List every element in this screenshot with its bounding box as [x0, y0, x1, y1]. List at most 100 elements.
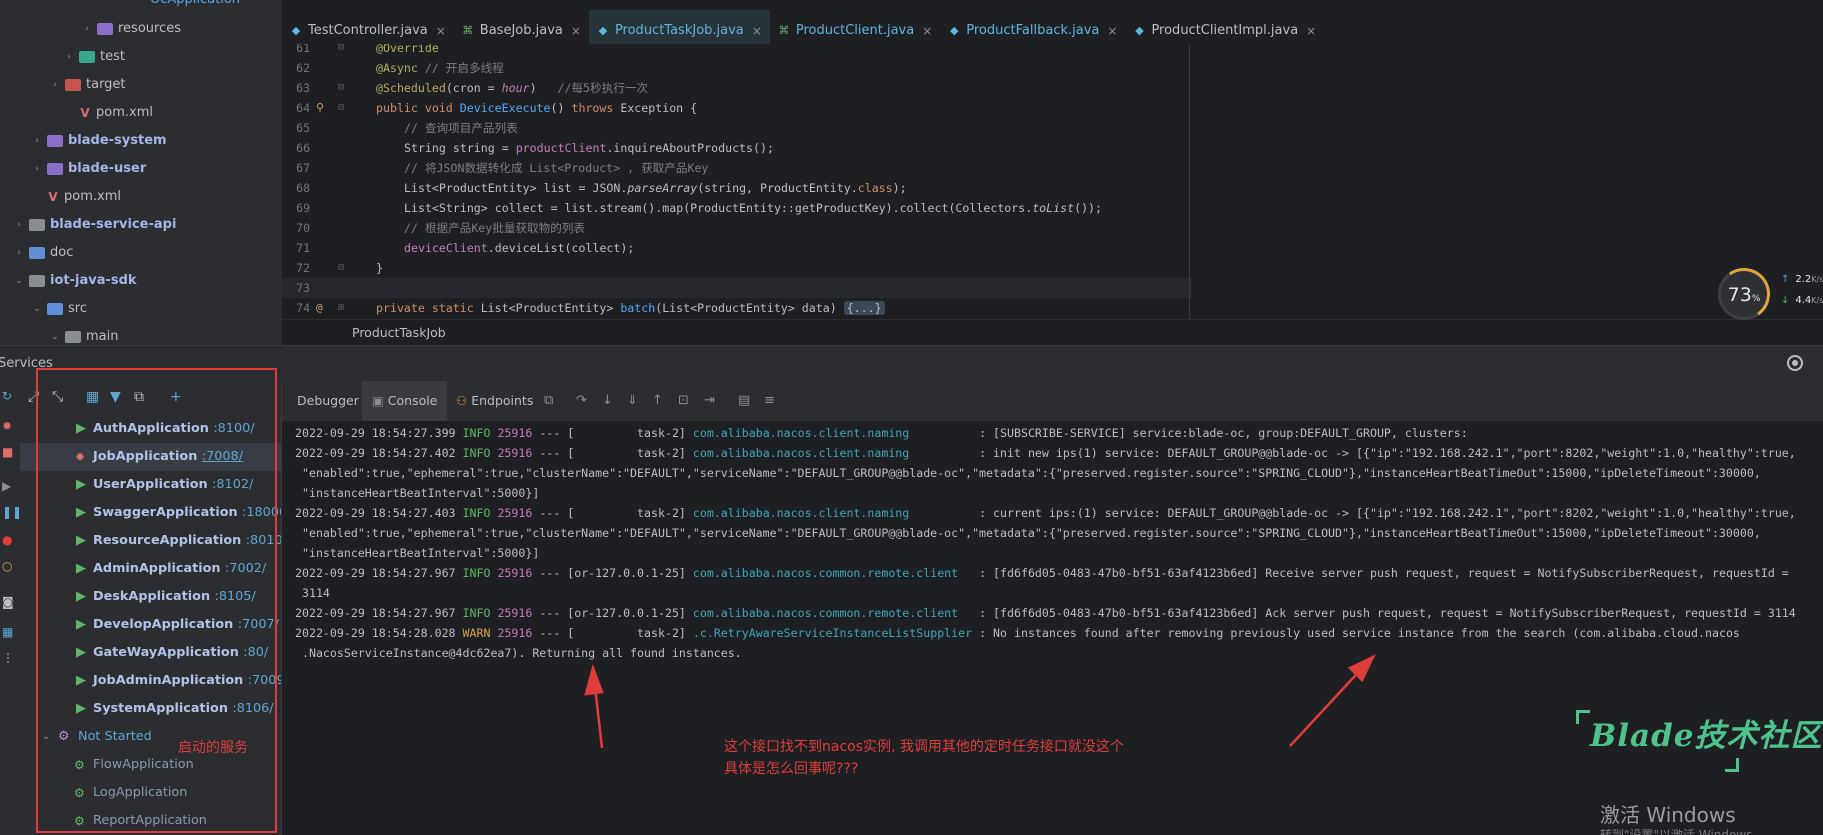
windows-activation-subtext: 转到"设置"以激活 Windows。: [1600, 828, 1765, 835]
force-step-into-icon[interactable]: ⇓: [627, 393, 638, 408]
editor-tab-label: TestController.java: [308, 23, 428, 38]
folded-code-pill[interactable]: {...}: [843, 301, 885, 315]
tree-item[interactable]: Vpom.xml: [62, 101, 153, 125]
tree-item[interactable]: › test: [62, 45, 125, 69]
fold-icon[interactable]: ⊟: [338, 78, 344, 98]
chevron-right-icon[interactable]: ›: [12, 213, 26, 237]
tree-item[interactable]: ⌄ iot-java-sdk: [12, 269, 136, 293]
tree-item-ocapplication[interactable]: OcApplication: [150, 0, 240, 12]
tree-item[interactable]: › resources: [80, 17, 181, 41]
fold-icon[interactable]: ⊟: [338, 258, 344, 278]
tree-item[interactable]: › target: [48, 73, 125, 97]
annotation-box-running-services: [36, 368, 277, 833]
fold-icon[interactable]: ⊟: [338, 98, 344, 118]
line-number: 74: [296, 301, 310, 315]
folder-icon: [47, 303, 63, 315]
tree-item[interactable]: › blade-user: [30, 157, 146, 181]
class-icon: ◆: [950, 23, 959, 37]
log-logger[interactable]: com.alibaba.nacos.client.naming: [693, 446, 909, 460]
console-line: "instanceHeartBeatInterval":5000}]: [295, 543, 539, 563]
scheduled-run-icon[interactable]: ⚲: [316, 98, 324, 118]
run-to-cursor-icon[interactable]: ⇥: [704, 393, 715, 408]
rerun-icon[interactable]: ↻: [2, 389, 12, 403]
annotation-marker-icon[interactable]: @: [316, 298, 323, 318]
chevron-right-icon[interactable]: ›: [30, 157, 44, 181]
mute-breakpoints-icon[interactable]: ○: [2, 559, 12, 573]
log-logger[interactable]: com.alibaba.nacos.client.naming: [693, 426, 909, 440]
log-thread: --- [ task-2]: [532, 446, 693, 460]
code-token: );: [892, 181, 907, 195]
log-logger[interactable]: com.alibaba.nacos.client.naming: [693, 506, 909, 520]
tree-item[interactable]: › blade-system: [30, 129, 166, 153]
chevron-down-icon[interactable]: ⌄: [48, 325, 62, 345]
tab-debugger[interactable]: Debugger: [297, 381, 359, 421]
chevron-down-icon[interactable]: ⌄: [30, 297, 44, 321]
debug-icon[interactable]: ✹: [2, 419, 12, 433]
tab-console[interactable]: ▣ Console: [362, 381, 448, 421]
tree-item[interactable]: Vpom.xml: [30, 185, 121, 209]
log-logger[interactable]: com.alibaba.nacos.common.remote.client: [693, 566, 958, 580]
tab-endpoints[interactable]: ⚇ Endpoints: [456, 381, 533, 421]
code-token: batch: [620, 301, 656, 315]
run-tool-tabs: Debugger ▣ Console ⚇ Endpoints ⧉ ↷ ↓ ⇓ ↑…: [282, 381, 1823, 421]
watermark-bracket-right: [1725, 758, 1739, 772]
close-tab-icon[interactable]: ×: [922, 24, 932, 38]
upload-arrow-icon: ↑: [1781, 274, 1790, 285]
layout-icon[interactable]: ▦: [2, 625, 13, 639]
resume-icon[interactable]: ▶: [2, 479, 11, 493]
log-logger[interactable]: com.alibaba.nacos.common.remote.client: [693, 606, 958, 620]
code-token: String string =: [404, 141, 516, 155]
chevron-right-icon[interactable]: ›: [80, 17, 94, 41]
log-logger[interactable]: .c.RetryAwareServiceInstanceListSupplier: [693, 626, 972, 640]
annotation-question-line1: 这个接口找不到nacos实例, 我调用其他的定时任务接口就没这个: [724, 739, 1124, 755]
upload-speed: ↑ 2.2K/s: [1781, 274, 1823, 285]
settings-gear-icon[interactable]: [1787, 355, 1803, 371]
close-tab-icon[interactable]: ×: [1306, 24, 1316, 38]
abstract-icon: ⌘: [462, 23, 474, 37]
code-token: (List<ProductEntity> data): [655, 301, 844, 315]
code-token: productClient: [515, 141, 607, 155]
step-out-icon[interactable]: ↑: [652, 393, 663, 408]
code-line-62: @Async // 开启多线程: [376, 58, 504, 78]
line-number: 66: [296, 141, 310, 155]
close-tab-icon[interactable]: ×: [571, 24, 581, 38]
line-number: 73: [296, 281, 310, 295]
chevron-down-icon[interactable]: ⌄: [12, 269, 26, 293]
restore-layout-icon[interactable]: ⧉: [544, 393, 553, 408]
chevron-right-icon[interactable]: ›: [48, 73, 62, 97]
tree-item[interactable]: ⌄ src: [30, 297, 87, 321]
code-line-69: List<String> collect = list.stream().map…: [404, 198, 1102, 218]
close-tab-icon[interactable]: ×: [1107, 24, 1117, 38]
step-over-icon[interactable]: ↷: [576, 393, 587, 408]
code-token: hour: [501, 81, 530, 95]
chevron-right-icon[interactable]: ›: [62, 45, 76, 69]
code-token: parseArray: [627, 181, 698, 195]
code-token: .deviceList(collect);: [487, 241, 635, 255]
more-icon[interactable]: ⋮: [2, 651, 14, 665]
breadcrumb-class[interactable]: ProductTaskJob: [352, 325, 446, 340]
tree-item[interactable]: › doc: [12, 241, 73, 265]
chevron-right-icon[interactable]: ›: [30, 129, 44, 153]
fold-icon[interactable]: ⊟: [338, 44, 344, 58]
close-tab-icon[interactable]: ×: [436, 24, 446, 38]
unfold-icon[interactable]: ⊞: [338, 298, 344, 318]
evaluate-icon[interactable]: ▤: [738, 393, 750, 408]
tree-item[interactable]: ⌄ main: [48, 325, 118, 345]
gauge-percent-unit: %: [1751, 294, 1761, 304]
code-token: private static: [376, 301, 481, 315]
upload-unit: K/s: [1811, 275, 1823, 284]
camera-icon[interactable]: ◙: [2, 595, 14, 609]
step-into-icon[interactable]: ↓: [602, 393, 613, 408]
drop-frame-icon[interactable]: ⊡: [678, 393, 689, 408]
code-line-67: // 将JSON数据转化成 List<Product> , 获取产品Key: [404, 158, 708, 178]
breakpoint-icon[interactable]: ●: [2, 533, 12, 547]
log-thread: --- [ task-2]: [532, 506, 693, 520]
chevron-right-icon[interactable]: ›: [12, 241, 26, 265]
close-tab-icon[interactable]: ×: [752, 24, 762, 38]
editor-tab-label: BaseJob.java: [479, 23, 563, 38]
tree-item[interactable]: › blade-service-api: [12, 213, 176, 237]
stop-icon[interactable]: ■: [2, 445, 13, 459]
code-token: DeviceExecute: [459, 101, 551, 115]
code-editor[interactable]: 61 62 63 64 65 66 67 68 69 70 71 72 73 74 ⚲ @ ⊟ ⊟ ⊟ ⊟ ⊞ @Ove…: [282, 44, 1823, 319]
settings-list-icon[interactable]: ≡: [764, 393, 775, 408]
